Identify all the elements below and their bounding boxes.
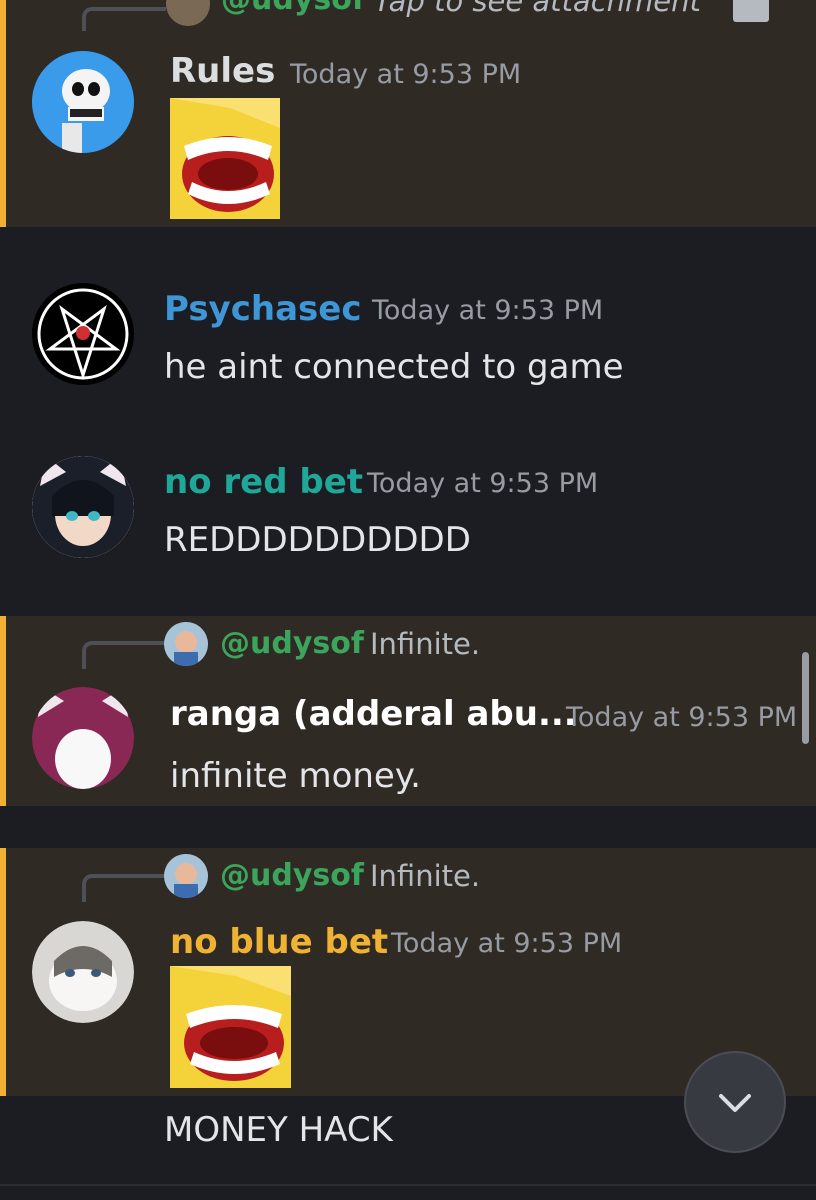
reply-connector [82,641,166,669]
message-content: infinite money. [170,756,421,796]
message-author[interactable]: no blue bet [170,922,388,962]
jump-to-bottom-button[interactable] [684,1051,786,1153]
message-ranga[interactable]: @udysof Infinite. ranga (adderal abu... … [0,616,816,806]
message-content: REDDDDDDDDDD [164,520,471,560]
message-rules[interactable]: @udysof Tap to see attachment Rules Toda… [0,0,816,227]
avatar[interactable] [32,51,134,153]
message-author[interactable]: Psychasec [164,289,361,329]
message-timestamp: Today at 9:53 PM [566,702,798,733]
message-author[interactable]: no red bet [164,462,363,502]
message-timestamp: Today at 9:53 PM [372,295,604,326]
message-content: he aint connected to game [164,347,624,387]
reply-author[interactable]: @udysof [220,858,364,893]
reply-preview[interactable]: Tap to see attachment [374,0,701,18]
reply-author[interactable]: @udysof [221,0,365,17]
message-timestamp: Today at 9:53 PM [290,59,522,90]
reply-avatar[interactable] [164,854,208,898]
reply-author[interactable]: @udysof [220,626,364,661]
message-psychasec[interactable]: Psychasec Today at 9:53 PM he aint conne… [0,267,816,387]
message-content: MONEY HACK [164,1110,393,1150]
message-author[interactable]: Rules [170,51,275,91]
screaming-face-emoji[interactable] [170,98,280,219]
message-timestamp: Today at 9:53 PM [391,928,623,959]
message-timestamp: Today at 9:53 PM [367,468,599,499]
reply-connector [82,7,166,31]
avatar[interactable] [32,283,134,385]
reply-preview[interactable]: Infinite. [370,627,480,661]
avatar[interactable] [32,921,134,1023]
avatar[interactable] [32,456,134,558]
reply-avatar[interactable] [164,622,208,666]
screaming-face-emoji[interactable] [170,966,291,1088]
message-no-blue-bet[interactable]: @udysof Infinite. no blue bet Today at 9… [0,848,816,1096]
message-no-red-bet[interactable]: no red bet Today at 9:53 PM REDDDDDDDDDD [0,440,816,570]
scrollbar[interactable] [802,652,809,744]
reply-connector [82,874,166,902]
message-author[interactable]: ranga (adderal abu... [170,694,577,734]
chevron-down-icon [719,1094,751,1112]
reply-preview[interactable]: Infinite. [370,859,480,893]
divider [0,1184,816,1186]
reply-avatar[interactable] [166,0,210,26]
image-icon [733,0,769,22]
avatar[interactable] [32,687,134,789]
